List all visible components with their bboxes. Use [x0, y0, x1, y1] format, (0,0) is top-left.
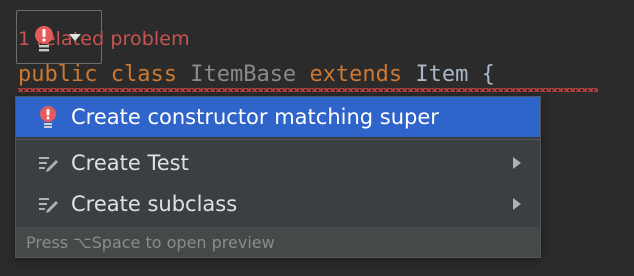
open-brace: { [481, 62, 495, 87]
edit-intention-icon [39, 157, 58, 172]
parent-class-name: Item [415, 62, 469, 87]
submenu-arrow-icon [513, 157, 521, 169]
code-editor[interactable]: 1 related problem public class ItemBase … [0, 0, 634, 276]
error-underline [18, 88, 598, 92]
keyword-class: class [110, 62, 177, 87]
keyword-public: public [18, 62, 98, 87]
chevron-down-icon [69, 34, 81, 41]
menu-item-create-constructor[interactable]: Create constructor matching super [16, 97, 540, 137]
menu-item-create-test[interactable]: Create Test [16, 143, 540, 183]
popup-footer: Press ⌥Space to open preview [16, 227, 540, 257]
menu-item-label: Create constructor matching super [71, 105, 439, 129]
code-line[interactable]: public class ItemBase extends Item { [18, 61, 495, 89]
keyword-extends: extends [309, 62, 403, 87]
menu-item-label: Create subclass [71, 192, 238, 216]
menu-item-create-subclass[interactable]: Create subclass [16, 184, 540, 224]
class-name: ItemBase [190, 62, 297, 87]
intention-actions-popup[interactable]: Create constructor matching super Create… [15, 96, 541, 258]
error-bulb-icon [35, 26, 53, 52]
preview-hint-text: Press ⌥Space to open preview [26, 232, 275, 252]
submenu-arrow-icon [513, 198, 521, 210]
menu-separator [16, 139, 540, 140]
menu-item-label: Create Test [71, 151, 189, 175]
intention-bulb-button[interactable] [16, 10, 102, 64]
error-bulb-icon [40, 106, 56, 128]
edit-intention-icon [39, 198, 58, 213]
